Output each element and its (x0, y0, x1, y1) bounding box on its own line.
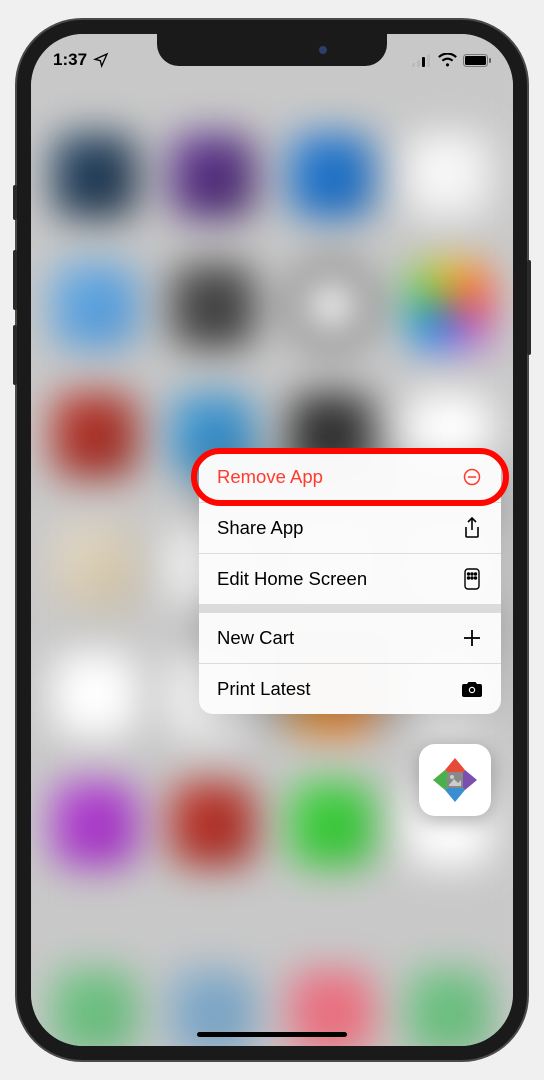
menu-item-label: Share App (217, 517, 303, 539)
status-time: 1:37 (53, 50, 87, 70)
app-logo-icon (427, 752, 483, 808)
cellular-icon (412, 54, 432, 67)
location-icon (93, 52, 109, 68)
home-indicator[interactable] (197, 1032, 347, 1037)
iphone-frame: 1:37 (17, 20, 527, 1060)
apps-icon (461, 568, 483, 590)
screen: 1:37 (31, 34, 513, 1046)
remove-icon (461, 466, 483, 488)
mute-switch (13, 185, 17, 220)
app-context-menu: Remove App Share App Edit Home Screen Ne (199, 452, 501, 714)
menu-item-label: New Cart (217, 627, 294, 649)
side-button (527, 260, 531, 355)
camera-icon (461, 678, 483, 700)
focused-app-icon[interactable] (419, 744, 491, 816)
menu-item-label: Remove App (217, 466, 323, 488)
share-app-item[interactable]: Share App (199, 503, 501, 554)
volume-down-button (13, 325, 17, 385)
status-right (412, 53, 491, 67)
volume-up-button (13, 250, 17, 310)
new-cart-item[interactable]: New Cart (199, 613, 501, 664)
print-latest-item[interactable]: Print Latest (199, 664, 501, 714)
menu-item-label: Edit Home Screen (217, 568, 367, 590)
edit-home-screen-item[interactable]: Edit Home Screen (199, 554, 501, 605)
battery-icon (463, 54, 491, 67)
plus-icon (461, 627, 483, 649)
share-icon (461, 517, 483, 539)
menu-item-label: Print Latest (217, 678, 311, 700)
menu-divider (199, 605, 501, 613)
remove-app-item[interactable]: Remove App (199, 452, 501, 503)
wifi-icon (438, 53, 457, 67)
notch (157, 34, 387, 66)
status-left: 1:37 (53, 50, 109, 70)
